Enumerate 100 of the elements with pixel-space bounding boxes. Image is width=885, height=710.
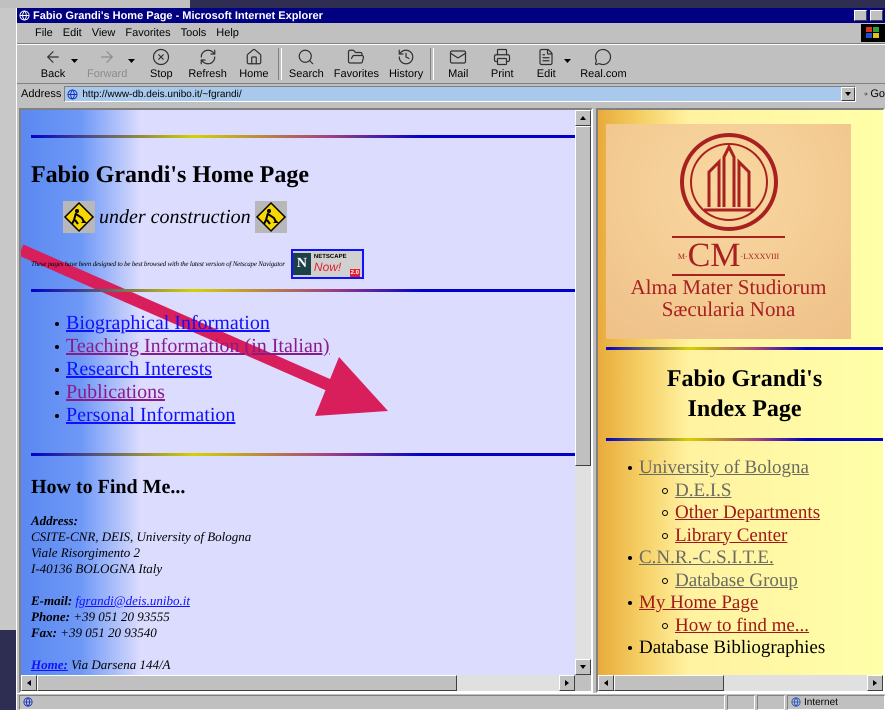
construction-text: under construction	[99, 206, 251, 228]
scroll-left-button[interactable]	[598, 675, 614, 691]
contact-value: +39 051 20 93540	[60, 625, 157, 640]
badge-now: Now!	[314, 260, 342, 274]
circle-bullet-icon	[662, 578, 668, 584]
circle-bullet-icon	[662, 532, 668, 539]
bullet-icon	[628, 646, 632, 650]
email-link[interactable]: fgrandi@deis.unibo.it	[75, 593, 190, 608]
scroll-down-button[interactable]	[575, 659, 591, 675]
status-panel	[757, 694, 785, 710]
refresh-icon	[198, 48, 217, 66]
bullet-icon	[55, 390, 59, 394]
caret-icon[interactable]	[564, 59, 572, 63]
logo-text: CM	[688, 238, 741, 274]
index-link[interactable]: How to find me...	[675, 614, 810, 637]
window-title: Fabio Grandi's Home Page - Microsoft Internet Explorer	[33, 10, 324, 22]
menu-item[interactable]: View	[88, 27, 120, 39]
scroll-right-button[interactable]	[867, 675, 883, 691]
toolbar-button[interactable]: Refresh	[183, 48, 232, 80]
windows-logo-icon	[861, 24, 885, 42]
right-triangle-icon	[563, 679, 571, 687]
toolbar-button[interactable]: Stop	[139, 48, 184, 80]
index-link[interactable]: Database Group	[675, 570, 798, 592]
index-link[interactable]: Other Departments	[675, 502, 820, 524]
bullet-icon	[55, 322, 59, 326]
stop-icon	[152, 48, 170, 66]
bullet-icon	[55, 414, 59, 418]
folder-icon	[347, 48, 366, 66]
index-link[interactable]: Library Center	[675, 524, 788, 547]
contact-label: Fax:	[31, 625, 57, 640]
horizontal-scrollbar[interactable]	[598, 675, 883, 691]
construction-sign-icon	[254, 201, 287, 233]
nav-link[interactable]: Publications	[66, 381, 165, 404]
menu-item[interactable]: Favorites	[121, 27, 175, 39]
down-triangle-icon	[844, 90, 852, 98]
maximize-button[interactable]	[870, 10, 883, 21]
toolbar-button[interactable]: History	[384, 48, 428, 80]
toolbar-button[interactable]: Print	[480, 48, 524, 80]
mail-icon	[449, 48, 468, 66]
bullet-icon	[628, 601, 632, 606]
toolbar-button[interactable]: Search	[284, 48, 329, 80]
circle-bullet-icon	[662, 510, 668, 516]
bullet-icon	[55, 368, 59, 372]
minimize-button[interactable]	[854, 10, 867, 21]
scrollbar-thumb[interactable]	[575, 126, 591, 466]
go-arrow-icon	[863, 89, 868, 99]
nav-link[interactable]: Personal Information	[66, 404, 236, 427]
horizontal-scrollbar[interactable]	[21, 675, 575, 691]
toolbar-button[interactable]: Real.com	[575, 48, 632, 80]
index-link[interactable]: D.E.I.S	[675, 480, 732, 502]
logo-text: ·LXXXVIII	[740, 252, 780, 260]
toolbar-button[interactable]: Back	[31, 48, 75, 80]
scrollbar-thumb[interactable]	[614, 675, 724, 691]
menu-item[interactable]: Tools	[176, 27, 210, 39]
status-panel	[727, 694, 755, 710]
contact-value: +39 051 20 93555	[73, 609, 170, 624]
toolbar-button[interactable]: Favorites	[328, 48, 384, 80]
menu-item[interactable]: Edit	[58, 27, 86, 39]
address-line: Viale Risorgimento 2	[31, 545, 142, 561]
address-text: http://www-db.deis.unibo.it/~fgrandi/	[82, 88, 242, 100]
printer-icon	[493, 48, 512, 66]
vertical-scrollbar[interactable]	[575, 110, 591, 675]
document-icon	[537, 48, 556, 66]
page-title: Fabio Grandi's Home Page	[31, 162, 310, 189]
page-icon	[23, 697, 33, 707]
logo-text: Alma Mater Studiorum	[630, 276, 826, 298]
dropdown-button[interactable]	[841, 87, 855, 101]
bullet-icon	[55, 344, 59, 348]
toolbar-button[interactable]: Home	[232, 48, 276, 80]
scroll-left-button[interactable]	[21, 675, 37, 691]
address-label: Address	[21, 88, 62, 100]
scroll-right-button[interactable]	[559, 675, 575, 691]
globe-icon	[791, 697, 801, 707]
index-link[interactable]: My Home Page	[639, 592, 758, 614]
address-line: I-40136 BOLOGNA Italy	[31, 561, 164, 577]
toolbar-button[interactable]: Edit	[524, 48, 568, 80]
bullet-icon	[628, 556, 632, 560]
address-field[interactable]: http://www-db.deis.unibo.it/~fgrandi/	[64, 86, 856, 102]
menu-item[interactable]: File	[31, 27, 57, 39]
index-title: Fabio Grandi's Index Page	[666, 365, 824, 424]
nav-link[interactable]: Research Interests	[66, 358, 212, 381]
scroll-up-button[interactable]	[575, 110, 591, 126]
circle-bullet-icon	[662, 622, 668, 629]
index-link[interactable]: University of Bologna	[639, 457, 809, 480]
home-address: Via Darsena 144/A	[71, 657, 170, 672]
up-triangle-icon	[579, 114, 587, 122]
browser-icon	[19, 10, 30, 21]
menu-item[interactable]: Help	[212, 27, 243, 39]
index-link[interactable]: C.N.R.-C.S.I.T.E.	[639, 547, 774, 570]
go-button[interactable]: Go	[859, 88, 885, 100]
caret-icon[interactable]	[71, 59, 78, 63]
scrollbar-thumb[interactable]	[37, 675, 457, 691]
section-heading: How to Find Me...	[31, 476, 186, 499]
bullet-icon	[628, 466, 632, 470]
netscape-letter: N	[292, 253, 311, 275]
logo-text: Sæcularia Nona	[662, 298, 796, 320]
address-label: Address:	[31, 513, 79, 529]
toolbar-button[interactable]: Mail	[436, 48, 480, 80]
logo-text: M·	[678, 252, 688, 260]
search-icon	[297, 48, 316, 66]
